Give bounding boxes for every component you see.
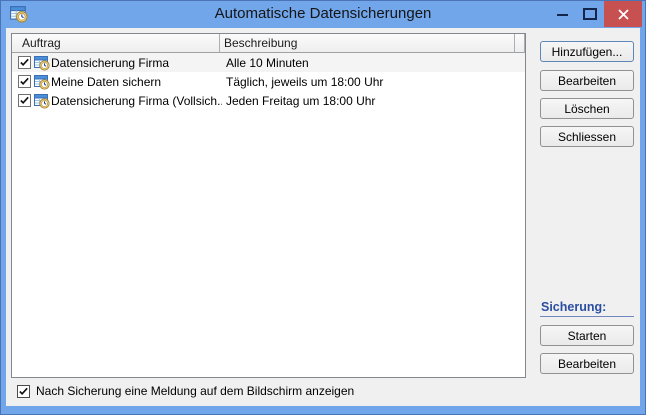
dialog-client-area: Auftrag Beschreibung Datensicherung Firm… <box>6 28 640 406</box>
scheduled-task-icon <box>34 55 50 71</box>
job-checkbox[interactable] <box>18 56 31 69</box>
notification-checkbox[interactable] <box>17 384 30 398</box>
table-row[interactable]: Meine Daten sichern Täglich, jeweils um … <box>12 72 525 91</box>
notification-option: Nach Sicherung eine Meldung auf dem Bild… <box>17 384 354 398</box>
add-button[interactable]: Hinzufügen... <box>540 41 634 62</box>
table-row[interactable]: Datensicherung Firma (Vollsich... Jeden … <box>12 91 525 110</box>
edit-button[interactable]: Bearbeiten <box>540 70 634 91</box>
list-header: Auftrag Beschreibung <box>12 34 525 53</box>
column-header-auftrag[interactable]: Auftrag <box>12 34 220 53</box>
close-dialog-button[interactable]: Schliessen <box>540 126 634 147</box>
delete-button[interactable]: Löschen <box>540 98 634 119</box>
backup-section-divider <box>540 316 634 317</box>
notification-checkbox-label[interactable]: Nach Sicherung eine Meldung auf dem Bild… <box>36 384 354 398</box>
scheduled-task-icon <box>34 93 50 109</box>
close-x-icon <box>617 8 629 20</box>
backup-jobs-list: Auftrag Beschreibung Datensicherung Firm… <box>11 33 526 378</box>
edit-backup-button[interactable]: Bearbeiten <box>540 353 634 374</box>
job-description: Täglich, jeweils um 18:00 Uhr <box>226 74 384 89</box>
job-checkbox[interactable] <box>18 94 31 107</box>
job-name: Meine Daten sichern <box>51 74 162 89</box>
job-description: Alle 10 Minuten <box>226 55 309 70</box>
scheduled-task-icon <box>34 74 50 90</box>
close-button[interactable] <box>604 1 642 27</box>
table-row[interactable]: Datensicherung Firma Alle 10 Minuten <box>12 53 525 72</box>
job-checkbox[interactable] <box>18 75 31 88</box>
maximize-button[interactable] <box>583 8 597 20</box>
window-title: Automatische Datensicherungen <box>214 5 432 22</box>
column-header-filler <box>515 34 525 53</box>
minimize-button[interactable] <box>557 14 568 16</box>
job-name: Datensicherung Firma (Vollsich... <box>51 93 222 108</box>
start-backup-button[interactable]: Starten <box>540 325 634 346</box>
app-window: Automatische Datensicherungen Auftrag Be… <box>0 0 646 415</box>
column-header-beschreibung[interactable]: Beschreibung <box>220 34 515 53</box>
title-bar[interactable]: Automatische Datensicherungen <box>0 0 646 28</box>
backup-section-label: Sicherung: <box>541 300 607 314</box>
job-description: Jeden Freitag um 18:00 Uhr <box>226 93 376 108</box>
job-name: Datensicherung Firma <box>51 55 170 70</box>
